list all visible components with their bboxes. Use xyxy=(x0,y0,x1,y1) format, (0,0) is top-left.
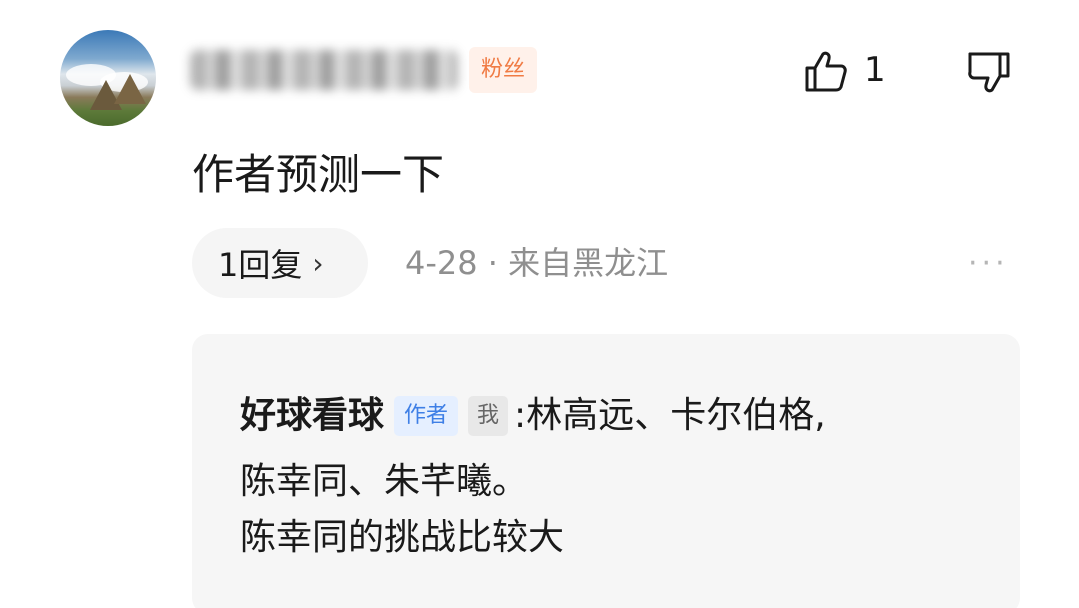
reply-first-line: 好球看球 作者 我 : 林高远、卡尔伯格, xyxy=(240,390,826,442)
reply-text-line: 陈幸同的挑战比较大 xyxy=(240,517,565,558)
comment-meta: 4-28 · 来自黑龙江 xyxy=(405,244,669,282)
me-tag: 我 xyxy=(468,396,509,436)
comment-text: 作者预测一下 xyxy=(192,150,445,199)
reply-text-line: 陈幸同、朱芊曦。 xyxy=(240,461,529,502)
like-count: 1 xyxy=(864,50,886,90)
reply-count-button[interactable]: 1回复 › xyxy=(192,228,368,298)
reply-colon: : xyxy=(514,395,527,436)
more-dots-icon[interactable]: ··· xyxy=(968,244,1009,284)
reply-author[interactable]: 好球看球 xyxy=(240,390,384,442)
thumbs-down-icon[interactable] xyxy=(966,50,1012,96)
avatar[interactable] xyxy=(60,30,156,126)
reply-count-label: 1回复 xyxy=(218,246,303,284)
author-tag: 作者 xyxy=(394,396,459,436)
reply-text-line: 林高远、卡尔伯格, xyxy=(526,395,826,436)
thumbs-up-icon[interactable] xyxy=(803,48,849,94)
fan-badge: 粉丝 xyxy=(469,47,538,93)
chevron-right-icon: › xyxy=(312,246,324,280)
username-redacted[interactable] xyxy=(190,50,458,90)
reply-preview[interactable]: 好球看球 作者 我 : 林高远、卡尔伯格, 陈幸同、朱芊曦。 陈幸同的挑战比较大 xyxy=(192,334,1020,608)
